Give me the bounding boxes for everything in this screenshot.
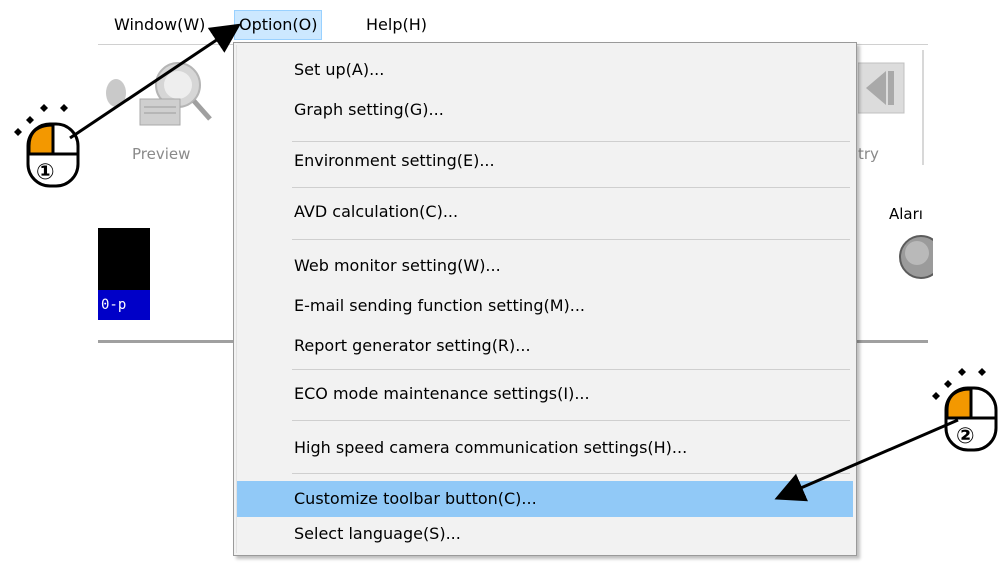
menu-item-graph-setting[interactable]: Graph setting(G)... xyxy=(237,92,853,128)
step-number-2: ② xyxy=(956,424,975,449)
menu-window[interactable]: Window(W) xyxy=(110,10,209,40)
menu-item-avd-calculation[interactable]: AVD calculation(C)... xyxy=(237,194,853,230)
display-panel xyxy=(98,228,150,290)
menu-separator xyxy=(292,187,850,188)
retry-label: try xyxy=(858,145,879,163)
alarm-label: Aları xyxy=(889,205,923,223)
menu-separator xyxy=(292,369,850,370)
preview-icon[interactable] xyxy=(98,55,218,135)
step-number-1: ① xyxy=(36,160,55,185)
menu-separator xyxy=(292,141,850,142)
menu-separator xyxy=(292,420,850,421)
menu-item-setup[interactable]: Set up(A)... xyxy=(237,52,853,88)
menu-separator xyxy=(292,473,850,474)
menu-help[interactable]: Help(H) xyxy=(362,10,431,40)
toolbar-divider xyxy=(922,50,924,165)
menu-item-eco-mode-settings[interactable]: ECO mode maintenance settings(I)... xyxy=(237,376,853,412)
retry-icon[interactable] xyxy=(857,55,908,125)
menu-item-report-generator-setting[interactable]: Report generator setting(R)... xyxy=(237,328,853,364)
menu-item-environment-setting[interactable]: Environment setting(E)... xyxy=(237,143,853,179)
alarm-lamp-icon xyxy=(893,233,933,283)
menu-item-select-language[interactable]: Select language(S)... xyxy=(237,516,853,552)
menu-item-high-speed-camera-settings[interactable]: High speed camera communication settings… xyxy=(237,430,853,466)
channel-tag: 0-p xyxy=(98,290,150,320)
menu-separator xyxy=(292,239,850,240)
menu-bar: Window(W) Option(O) Help(H) xyxy=(98,8,928,44)
menu-item-web-monitor-setting[interactable]: Web monitor setting(W)... xyxy=(237,248,853,284)
option-dropdown-menu: Set up(A)... Graph setting(G)... Environ… xyxy=(233,42,857,556)
menu-item-customize-toolbar-button[interactable]: Customize toolbar button(C)... xyxy=(237,481,853,517)
preview-label: Preview xyxy=(132,145,191,163)
menu-option[interactable]: Option(O) xyxy=(234,10,323,40)
menu-item-email-sending-setting[interactable]: E-mail sending function setting(M)... xyxy=(237,288,853,324)
